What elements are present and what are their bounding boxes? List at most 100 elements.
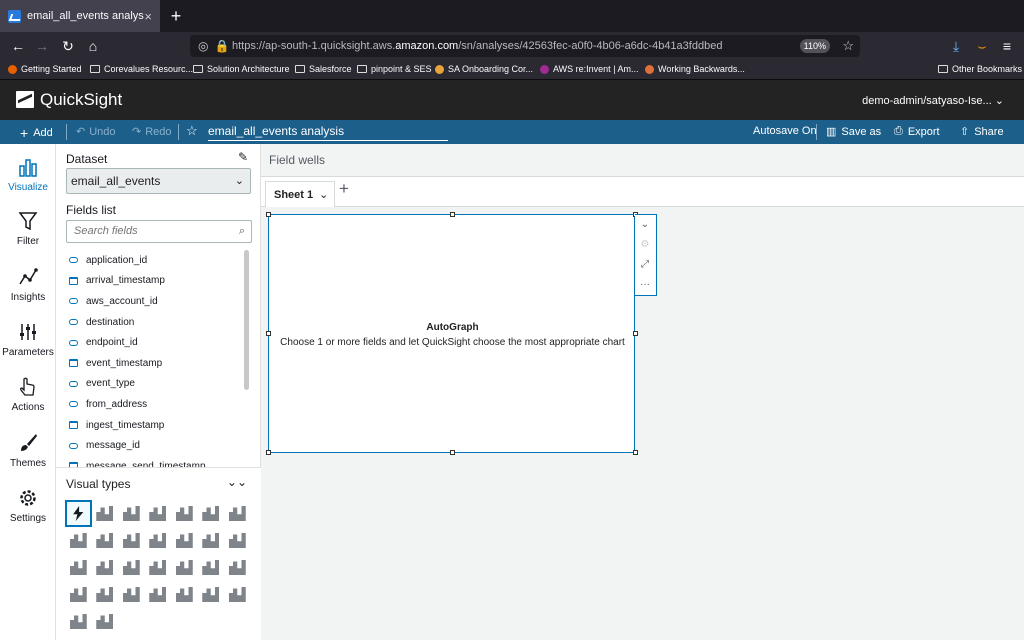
- visual-type-icon[interactable]: [224, 554, 251, 581]
- address-bar[interactable]: ◎🔒 https://ap-south-1.quicksight.aws.ama…: [190, 35, 860, 57]
- visual-type-icon[interactable]: [118, 554, 145, 581]
- autograph-visual[interactable]: AutoGraph Choose 1 or more fields and le…: [266, 212, 638, 455]
- resize-handle[interactable]: [266, 450, 271, 455]
- redo-button[interactable]: ↷ Redo: [132, 125, 172, 139]
- save-as-button[interactable]: ▥ Save as: [826, 125, 881, 139]
- nav-visualize[interactable]: Visualize: [0, 156, 56, 193]
- export-button[interactable]: ⎙ Export: [894, 125, 940, 138]
- visual-type-icon[interactable]: [65, 608, 92, 635]
- field-item[interactable]: arrival_timestamp: [66, 271, 241, 292]
- autograph-visual-type-icon[interactable]: [65, 500, 92, 527]
- field-item[interactable]: event_timestamp: [66, 353, 241, 374]
- search-fields-input[interactable]: [74, 225, 224, 237]
- field-wells[interactable]: Field wells: [261, 144, 1024, 177]
- undo-button[interactable]: ↶ Undo: [76, 125, 116, 139]
- dataset-select[interactable]: email_all_events ⌄: [66, 168, 251, 194]
- resize-handle[interactable]: [266, 212, 271, 217]
- visual-type-icon[interactable]: [198, 581, 225, 608]
- visual-type-icon[interactable]: [145, 500, 172, 527]
- visual-type-icon[interactable]: [118, 581, 145, 608]
- visual-type-icon[interactable]: [198, 500, 225, 527]
- field-item[interactable]: ingest_timestamp: [66, 415, 241, 436]
- edit-pencil-icon[interactable]: ✎: [238, 150, 248, 164]
- autosave-toggle[interactable]: Autosave On: [753, 125, 817, 137]
- bookmark-item[interactable]: pinpoint & SES: [357, 64, 432, 74]
- other-bookmarks[interactable]: Other Bookmarks: [938, 64, 1022, 74]
- visual-type-icon[interactable]: [224, 581, 251, 608]
- forward-icon[interactable]: →: [32, 36, 52, 56]
- more-options-icon[interactable]: ···: [635, 275, 655, 295]
- collapse-visual-icon[interactable]: ⌄: [635, 215, 655, 235]
- home-icon[interactable]: ⌂: [83, 36, 103, 56]
- analysis-title-input[interactable]: email_all_events analysis: [208, 124, 448, 141]
- resize-handle[interactable]: [450, 212, 455, 217]
- visual-type-icon[interactable]: [92, 554, 119, 581]
- visual-type-icon[interactable]: [171, 581, 198, 608]
- visual-type-icon[interactable]: [145, 581, 172, 608]
- share-button[interactable]: ⇧ Share: [960, 125, 1004, 139]
- visual-type-icon[interactable]: [171, 500, 198, 527]
- visual-type-icon[interactable]: [65, 554, 92, 581]
- bookmark-star-icon[interactable]: ☆: [842, 35, 854, 57]
- bookmark-item[interactable]: Corevalues Resourc...: [90, 64, 193, 74]
- back-icon[interactable]: ←: [8, 36, 28, 56]
- visual-type-icon[interactable]: [198, 527, 225, 554]
- nav-filter[interactable]: Filter: [0, 210, 56, 247]
- visual-type-icon[interactable]: [198, 554, 225, 581]
- resize-handle[interactable]: [633, 450, 638, 455]
- nav-themes[interactable]: Themes: [0, 432, 56, 469]
- amazon-extension-icon[interactable]: ⌣: [972, 36, 992, 56]
- field-item[interactable]: event_type: [66, 374, 241, 395]
- field-item[interactable]: application_id: [66, 250, 241, 271]
- bookmark-item[interactable]: SA Onboarding Cor...: [435, 64, 533, 74]
- collapse-icon[interactable]: ⌄⌄: [227, 475, 247, 489]
- visual-type-icon[interactable]: [65, 581, 92, 608]
- reload-icon[interactable]: ↻: [58, 36, 78, 56]
- field-item[interactable]: endpoint_id: [66, 332, 241, 353]
- fields-scrollbar[interactable]: [244, 250, 249, 390]
- new-tab-button[interactable]: +: [166, 5, 186, 27]
- visual-type-icon[interactable]: [92, 608, 119, 635]
- close-tab-icon[interactable]: ×: [144, 9, 152, 24]
- visual-type-icon[interactable]: [92, 581, 119, 608]
- nav-settings[interactable]: Settings: [0, 487, 56, 524]
- tab-sheet-1[interactable]: Sheet 1 ⌄: [265, 181, 336, 207]
- favorite-star-icon[interactable]: ☆: [186, 123, 198, 139]
- bookmark-item[interactable]: Salesforce: [295, 64, 352, 74]
- nav-actions[interactable]: Actions: [0, 376, 56, 413]
- visual-type-icon[interactable]: [118, 527, 145, 554]
- nav-parameters[interactable]: Parameters: [0, 321, 56, 358]
- visual-type-icon[interactable]: [92, 500, 119, 527]
- visual-type-icon[interactable]: [171, 554, 198, 581]
- visual-type-icon[interactable]: [118, 500, 145, 527]
- resize-handle[interactable]: [450, 450, 455, 455]
- bookmark-item[interactable]: AWS re:Invent | Am...: [540, 64, 639, 74]
- zoom-level[interactable]: 110%: [799, 39, 830, 53]
- user-menu[interactable]: demo-admin/satyaso-Ise... ⌄: [862, 94, 1004, 107]
- visual-type-icon[interactable]: [65, 527, 92, 554]
- visual-type-icon[interactable]: [224, 500, 251, 527]
- click-icon: [20, 377, 35, 396]
- visual-type-icon[interactable]: [92, 527, 119, 554]
- field-item[interactable]: from_address: [66, 394, 241, 415]
- visual-type-icon[interactable]: [224, 527, 251, 554]
- visual-type-icon[interactable]: [171, 527, 198, 554]
- bookmark-item[interactable]: Working Backwards...: [645, 64, 745, 74]
- chart-type-glyph: [69, 587, 87, 602]
- field-item[interactable]: aws_account_id: [66, 291, 241, 312]
- visual-type-icon[interactable]: [145, 554, 172, 581]
- add-button[interactable]: + Add: [20, 125, 53, 141]
- gear-icon[interactable]: ⚙: [635, 235, 655, 255]
- expand-icon[interactable]: ⤢: [635, 255, 655, 275]
- nav-insights[interactable]: Insights: [0, 266, 56, 303]
- add-sheet-button[interactable]: +: [339, 179, 349, 199]
- visual-type-icon[interactable]: [145, 527, 172, 554]
- field-item[interactable]: message_id: [66, 435, 241, 456]
- visual-types-grid: [65, 500, 251, 635]
- bookmark-item[interactable]: Solution Architecture: [193, 64, 290, 74]
- downloads-icon[interactable]: ⤓: [946, 36, 966, 56]
- bookmark-item[interactable]: Getting Started: [8, 64, 82, 74]
- menu-icon[interactable]: ≡: [997, 36, 1017, 56]
- field-item[interactable]: destination: [66, 312, 241, 333]
- browser-tab[interactable]: email_all_events analysis ×: [0, 0, 160, 32]
